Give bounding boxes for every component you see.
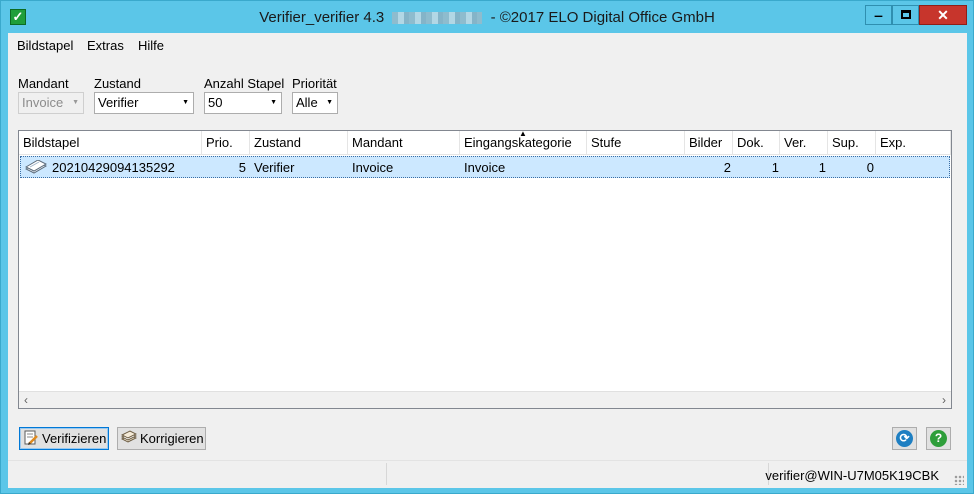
column-header-dok[interactable]: Dok. xyxy=(733,131,780,155)
refresh-button[interactable]: ⟳ xyxy=(892,427,917,450)
menu-hilfe[interactable]: Hilfe xyxy=(138,38,164,53)
anzahl-stapel-select[interactable]: 50 ▼ xyxy=(204,92,282,114)
prioritaet-value: Alle xyxy=(296,95,318,110)
status-bar: verifier@WIN-U7M05K19CBK xyxy=(8,460,967,488)
cell-mandant: Invoice xyxy=(352,160,394,175)
minimize-icon: ‒ xyxy=(874,7,883,23)
cell-bildstapel: 20210429094135292 xyxy=(52,160,175,175)
cell-ver: 1 xyxy=(818,160,826,175)
column-header-ver[interactable]: Ver. xyxy=(780,131,828,155)
anzahl-stapel-value: 50 xyxy=(208,95,223,110)
chevron-down-icon: ▼ xyxy=(270,99,277,106)
minimize-button[interactable]: ‒ xyxy=(865,5,892,25)
verifizieren-label: Verifizieren xyxy=(42,431,107,446)
column-header-prio[interactable]: Prio. xyxy=(202,131,250,155)
menu-extras[interactable]: Extras xyxy=(87,38,124,53)
cell-zustand: Verifier xyxy=(254,160,295,175)
list-header: Bildstapel Prio. Zustand Mandant Eingang… xyxy=(19,129,951,155)
korrigieren-button[interactable]: Korrigieren xyxy=(117,427,206,450)
refresh-icon: ⟳ xyxy=(896,430,913,447)
column-header-mandant[interactable]: Mandant xyxy=(348,131,460,155)
image-stack-icon xyxy=(25,160,47,174)
zustand-value: Verifier xyxy=(98,95,139,110)
edit-document-icon xyxy=(24,430,38,445)
prioritaet-select[interactable]: Alle ▼ xyxy=(292,92,338,114)
column-header-sup[interactable]: Sup. xyxy=(828,131,876,155)
prioritaet-label: Priorität xyxy=(292,76,337,91)
menu-bar: Bildstapel Extras Hilfe xyxy=(8,33,967,57)
help-button[interactable]: ? xyxy=(926,427,951,450)
anzahl-stapel-label: Anzahl Stapel xyxy=(204,76,285,91)
cell-sup: 0 xyxy=(866,160,874,175)
window-title-prefix: Verifier_verifier 4.3 xyxy=(259,9,385,26)
window-title: Verifier_verifier 4.3 - ©2017 ELO Digita… xyxy=(1,9,973,26)
column-header-bilder[interactable]: Bilder xyxy=(685,131,733,155)
client-area: Bildstapel Extras Hilfe Mandant Invoice … xyxy=(8,33,967,488)
sort-ascending-icon: ▲ xyxy=(519,129,527,138)
resize-grip-icon[interactable] xyxy=(954,475,964,485)
document-stack-icon xyxy=(121,430,137,443)
zustand-label: Zustand xyxy=(94,76,141,91)
scroll-left-icon[interactable]: ‹ xyxy=(24,393,28,407)
mandant-label: Mandant xyxy=(18,76,69,91)
mandant-value: Invoice xyxy=(22,95,64,110)
maximize-icon xyxy=(900,10,911,20)
cell-dok: 1 xyxy=(771,160,779,175)
close-button[interactable]: ✕ xyxy=(919,5,967,25)
status-user: verifier@WIN-U7M05K19CBK xyxy=(765,468,939,483)
cell-bilder: 2 xyxy=(723,160,731,175)
close-icon: ✕ xyxy=(937,7,949,23)
chevron-down-icon: ▼ xyxy=(326,99,333,106)
horizontal-scrollbar[interactable]: ‹ › xyxy=(19,391,951,408)
column-header-zustand[interactable]: Zustand xyxy=(250,131,348,155)
column-header-bildstapel[interactable]: Bildstapel xyxy=(19,131,202,155)
mandant-select[interactable]: Invoice ▼ xyxy=(18,92,84,114)
maximize-button[interactable] xyxy=(892,5,919,25)
table-row[interactable]: 20210429094135292 5 Verifier Invoice Inv… xyxy=(20,156,950,178)
help-icon: ? xyxy=(930,430,947,447)
zustand-select[interactable]: Verifier ▼ xyxy=(94,92,194,114)
chevron-down-icon: ▼ xyxy=(72,99,79,106)
window-title-suffix: - ©2017 ELO Digital Office GmbH xyxy=(490,9,715,26)
korrigieren-label: Korrigieren xyxy=(140,431,204,446)
scroll-right-icon[interactable]: › xyxy=(942,393,946,407)
application-window: ✓ Verifier_verifier 4.3 - ©2017 ELO Digi… xyxy=(0,0,974,494)
column-header-exp[interactable]: Exp. xyxy=(876,131,951,155)
verifizieren-button[interactable]: Verifizieren xyxy=(19,427,109,450)
cell-prio: 5 xyxy=(238,160,246,175)
column-header-stufe[interactable]: Stufe xyxy=(587,131,685,155)
cell-eingangskategorie: Invoice xyxy=(464,160,506,175)
chevron-down-icon: ▼ xyxy=(182,99,189,106)
redacted-blur xyxy=(392,12,483,25)
title-bar[interactable]: ✓ Verifier_verifier 4.3 - ©2017 ELO Digi… xyxy=(1,1,973,33)
menu-bildstapel[interactable]: Bildstapel xyxy=(17,38,73,53)
bildstapel-list[interactable]: Bildstapel Prio. Zustand Mandant Eingang… xyxy=(18,129,952,409)
status-separator xyxy=(386,463,387,485)
